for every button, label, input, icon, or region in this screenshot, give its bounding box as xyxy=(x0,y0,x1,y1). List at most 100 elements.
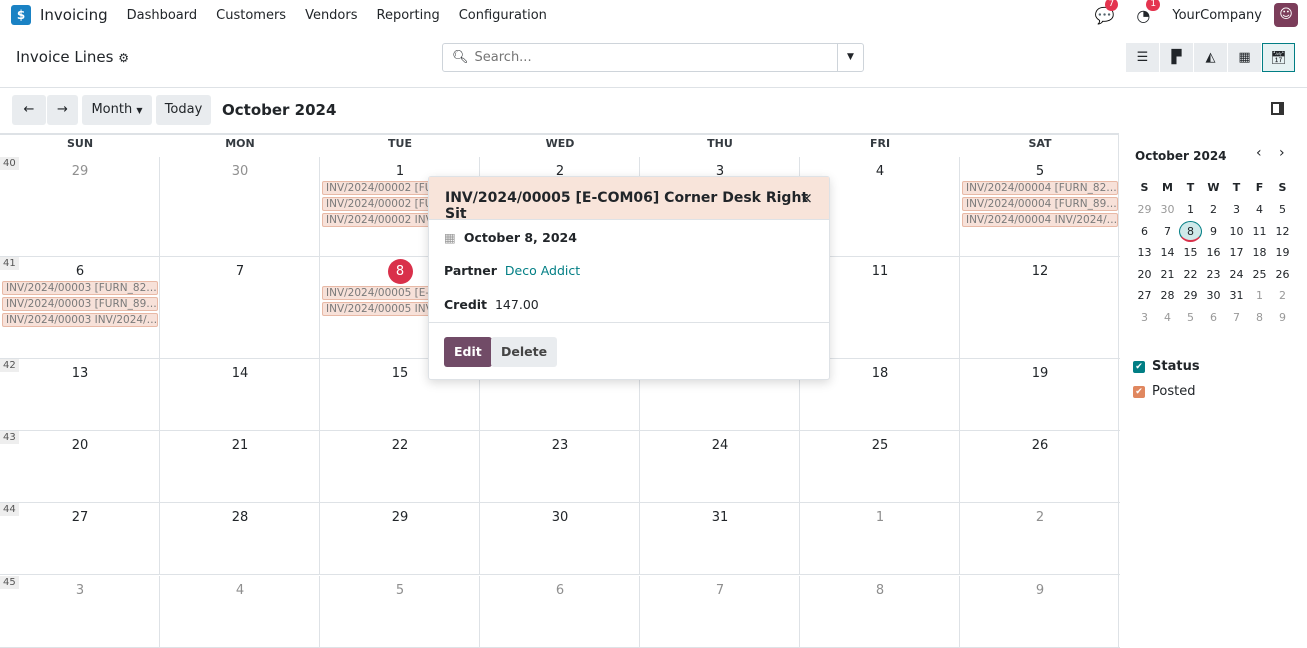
mini-day[interactable]: 29 xyxy=(1179,289,1202,302)
day-cell[interactable]: 42 13 xyxy=(0,359,160,431)
mini-day[interactable]: 21 xyxy=(1156,268,1179,281)
day-cell[interactable]: 14 xyxy=(159,359,320,431)
calendar-event[interactable]: INV/2024/00004 [FURN_89… xyxy=(962,197,1118,211)
mini-day[interactable]: 3 xyxy=(1133,311,1156,324)
day-cell[interactable]: 6 xyxy=(479,576,640,648)
day-cell[interactable]: 28 xyxy=(159,503,320,575)
mini-day[interactable]: 12 xyxy=(1271,225,1294,238)
avatar[interactable]: ☺ xyxy=(1274,3,1298,27)
day-cell[interactable]: 26 xyxy=(959,431,1120,503)
day-cell[interactable]: 19 xyxy=(959,359,1120,431)
mini-day[interactable]: 25 xyxy=(1248,268,1271,281)
mini-day[interactable]: 28 xyxy=(1156,289,1179,302)
mini-day[interactable]: 4 xyxy=(1248,203,1271,216)
company-switcher[interactable]: YourCompany xyxy=(1172,8,1262,23)
mini-day[interactable]: 14 xyxy=(1156,246,1179,259)
mini-day[interactable]: 18 xyxy=(1248,246,1271,259)
mini-day[interactable]: 9 xyxy=(1271,311,1294,324)
day-cell[interactable]: 24 xyxy=(639,431,800,503)
day-cell[interactable]: 31 xyxy=(639,503,800,575)
mini-day[interactable]: 2 xyxy=(1271,289,1294,302)
day-cell[interactable]: 1 xyxy=(799,503,960,575)
partner-link[interactable]: Deco Addict xyxy=(505,263,580,278)
mini-day[interactable]: 31 xyxy=(1225,289,1248,302)
kanban-view-icon[interactable]: ▛ xyxy=(1160,43,1193,72)
calendar-event[interactable]: INV/2024/00003 [FURN_82… xyxy=(2,281,158,295)
day-cell[interactable]: 4 xyxy=(159,576,320,648)
mini-day[interactable]: 9 xyxy=(1202,225,1225,238)
mini-day[interactable]: 13 xyxy=(1133,246,1156,259)
day-cell[interactable]: 2 xyxy=(959,503,1120,575)
menu-configuration[interactable]: Configuration xyxy=(459,8,547,23)
mini-day[interactable]: 7 xyxy=(1225,311,1248,324)
mini-day[interactable]: 3 xyxy=(1225,203,1248,216)
day-cell[interactable]: 7 xyxy=(159,257,320,359)
status-filter-checkbox[interactable]: ✔ xyxy=(1133,361,1145,373)
mini-day[interactable]: 29 xyxy=(1133,203,1156,216)
today-button[interactable]: Today xyxy=(156,95,211,125)
mini-day[interactable]: 1 xyxy=(1179,203,1202,216)
day-cell[interactable]: 30 xyxy=(159,157,320,257)
mini-day[interactable]: 24 xyxy=(1225,268,1248,281)
mini-day[interactable]: 15 xyxy=(1179,246,1202,259)
mini-day[interactable]: 8 xyxy=(1248,311,1271,324)
mini-day[interactable]: 30 xyxy=(1156,203,1179,216)
mini-day[interactable]: 5 xyxy=(1271,203,1294,216)
mini-day[interactable]: 5 xyxy=(1179,311,1202,324)
day-cell[interactable]: 29 xyxy=(319,503,480,575)
mini-next-icon[interactable]: › xyxy=(1279,145,1285,161)
mini-day[interactable]: 6 xyxy=(1202,311,1225,324)
day-cell[interactable]: 43 20 xyxy=(0,431,160,503)
day-cell[interactable]: 9 xyxy=(959,576,1120,648)
day-cell[interactable]: 7 xyxy=(639,576,800,648)
search-options-toggle[interactable]: ▼ xyxy=(837,44,863,71)
next-button[interactable]: → xyxy=(47,95,78,125)
calendar-event[interactable]: INV/2024/00004 [FURN_82… xyxy=(962,181,1118,195)
calendar-event[interactable]: INV/2024/00003 [FURN_89… xyxy=(2,297,158,311)
mini-day[interactable]: 4 xyxy=(1156,311,1179,324)
mini-day[interactable]: 16 xyxy=(1202,246,1225,259)
menu-vendors[interactable]: Vendors xyxy=(305,8,357,23)
gear-icon[interactable]: ⚙ xyxy=(118,51,129,65)
mini-day[interactable]: 7 xyxy=(1156,225,1179,238)
pivot-view-icon[interactable]: ▦ xyxy=(1228,43,1261,72)
mini-day[interactable]: 11 xyxy=(1248,225,1271,238)
mini-day[interactable]: 26 xyxy=(1271,268,1294,281)
menu-reporting[interactable]: Reporting xyxy=(377,8,440,23)
app-name[interactable]: Invoicing xyxy=(40,6,108,24)
mini-day[interactable]: 8 xyxy=(1179,220,1202,242)
activities-icon[interactable]: ◔ 1 xyxy=(1136,0,1161,25)
messages-icon[interactable]: 💬 7 xyxy=(1095,0,1119,25)
mini-day[interactable]: 20 xyxy=(1133,268,1156,281)
day-cell[interactable]: 12 xyxy=(959,257,1120,359)
day-cell[interactable]: 21 xyxy=(159,431,320,503)
mini-day[interactable]: 17 xyxy=(1225,246,1248,259)
day-cell[interactable]: 5 INV/2024/00004 [FURN_82… INV/2024/00004 … xyxy=(959,157,1120,257)
mini-day[interactable]: 30 xyxy=(1202,289,1225,302)
scale-dropdown[interactable]: Month ▼ xyxy=(82,95,152,125)
list-view-icon[interactable]: ☰ xyxy=(1126,43,1159,72)
graph-view-icon[interactable]: ◭ xyxy=(1194,43,1227,72)
day-cell[interactable]: 22 xyxy=(319,431,480,503)
day-cell[interactable]: 40 29 xyxy=(0,157,160,257)
calendar-event[interactable]: INV/2024/00003 INV/2024/… xyxy=(2,313,158,327)
toggle-sidebar-icon[interactable] xyxy=(1271,102,1284,115)
search-input[interactable] xyxy=(468,50,837,65)
mini-day[interactable]: 1 xyxy=(1248,289,1271,302)
day-cell[interactable]: 8 xyxy=(799,576,960,648)
posted-filter-checkbox[interactable]: ✔ xyxy=(1133,386,1145,398)
calendar-view-icon[interactable]: 📅︎ xyxy=(1262,43,1295,72)
previous-button[interactable]: ← xyxy=(12,95,46,125)
day-cell[interactable]: 41 6 INV/2024/00003 [FURN_82… INV/2024/0000… xyxy=(0,257,160,359)
close-icon[interactable]: × xyxy=(800,189,813,207)
mini-day[interactable]: 27 xyxy=(1133,289,1156,302)
invoicing-app-icon[interactable]: $ xyxy=(11,5,31,25)
mini-day[interactable]: 19 xyxy=(1271,246,1294,259)
mini-day[interactable]: 23 xyxy=(1202,268,1225,281)
mini-day[interactable]: 6 xyxy=(1133,225,1156,238)
menu-customers[interactable]: Customers xyxy=(216,8,286,23)
day-cell[interactable]: 5 xyxy=(319,576,480,648)
delete-button[interactable]: Delete xyxy=(491,337,558,367)
day-cell[interactable]: 25 xyxy=(799,431,960,503)
menu-dashboard[interactable]: Dashboard xyxy=(127,8,198,23)
